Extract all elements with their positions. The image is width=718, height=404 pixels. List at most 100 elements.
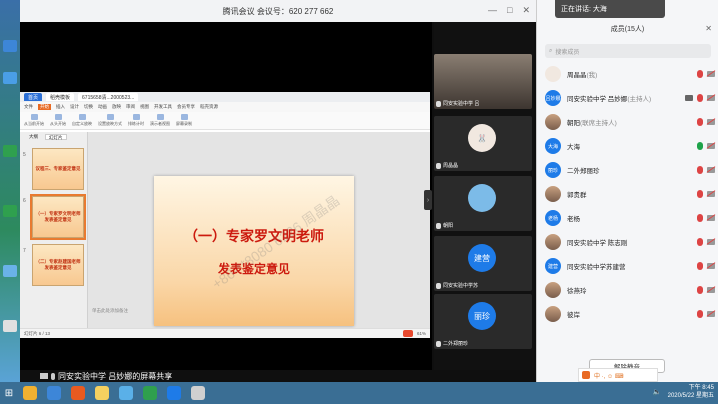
wps-menu-item[interactable]: 稻壳资源 bbox=[200, 104, 218, 110]
member-name: 同安实验中学苏建营 bbox=[567, 264, 626, 271]
camera-off-icon[interactable] bbox=[707, 311, 715, 317]
camera-off-icon[interactable] bbox=[707, 287, 715, 293]
mic-off-icon[interactable] bbox=[697, 94, 703, 102]
slide-thumbnail[interactable]: 议程三、专家鉴定意见 bbox=[32, 148, 84, 190]
wps-menu-item[interactable]: 动画 bbox=[98, 104, 107, 110]
mic-off-icon[interactable] bbox=[697, 190, 703, 198]
camera-off-icon[interactable] bbox=[707, 191, 715, 197]
member-row[interactable]: 同安实验中学 陈志刚 bbox=[545, 232, 715, 252]
camera-off-icon[interactable] bbox=[707, 71, 715, 77]
camera-off-icon[interactable] bbox=[707, 95, 715, 101]
wps-tool-button[interactable]: 演示者视图 bbox=[150, 114, 170, 127]
desktop-file-icon[interactable] bbox=[3, 320, 17, 332]
volume-icon[interactable]: 🔈 bbox=[653, 388, 662, 396]
slides-tab[interactable]: 幻灯片 bbox=[45, 134, 67, 140]
wps-tab-home[interactable]: 首页 bbox=[24, 93, 43, 101]
wps-menu-item[interactable]: 切换 bbox=[84, 104, 93, 110]
video-tile[interactable]: 同安实验中学 吕 bbox=[434, 54, 532, 109]
mic-off-icon[interactable] bbox=[697, 310, 703, 318]
outline-tab[interactable]: 大纲 bbox=[26, 134, 41, 140]
edge-icon[interactable] bbox=[47, 386, 61, 400]
mic-off-icon[interactable] bbox=[697, 238, 703, 246]
wps-menu-item[interactable]: 文件 bbox=[24, 104, 33, 110]
wps-menu-item[interactable]: 插入 bbox=[56, 104, 65, 110]
close-button[interactable]: ✕ bbox=[522, 5, 530, 16]
desktop-doc-icon[interactable] bbox=[3, 72, 17, 84]
cloud-icon[interactable] bbox=[119, 386, 133, 400]
member-search[interactable]: ⌕ 搜索成员 bbox=[545, 44, 711, 58]
member-row[interactable]: 老杨 老杨 bbox=[545, 208, 715, 228]
wps-menu-item[interactable]: 设计 bbox=[70, 104, 79, 110]
wps-status-bar: 幻灯片 6 / 13 61% bbox=[20, 328, 430, 338]
member-row[interactable]: 朝阳(联席主持人) bbox=[545, 112, 715, 132]
ime-toolbar[interactable]: 中 ·, ☺ ⌨ bbox=[578, 368, 658, 382]
camera-off-icon[interactable] bbox=[707, 263, 715, 269]
wps-menu-item[interactable]: 审阅 bbox=[126, 104, 135, 110]
desktop-sheet-icon[interactable] bbox=[3, 145, 17, 157]
member-row[interactable]: 大海 大海 bbox=[545, 136, 715, 156]
member-row[interactable]: 郭贵群 bbox=[545, 184, 715, 204]
thumb-number: 6 bbox=[23, 198, 26, 204]
photo-avatar bbox=[468, 184, 496, 212]
desktop-network-icon[interactable] bbox=[3, 265, 17, 277]
camera-off-icon[interactable] bbox=[707, 143, 715, 149]
wps-menu-item[interactable]: 放映 bbox=[112, 104, 121, 110]
start-button[interactable]: ⊞ bbox=[0, 382, 18, 404]
clock[interactable]: 下午 8:45 2020/5/22 星期五 bbox=[668, 384, 714, 400]
member-row[interactable]: 周晶晶(我) bbox=[545, 64, 715, 84]
folder-icon[interactable] bbox=[95, 386, 109, 400]
mic-off-icon[interactable] bbox=[697, 286, 703, 294]
video-tile[interactable]: 丽珍 二外郑丽珍 bbox=[434, 294, 532, 349]
system-tray: 🔈 下午 8:45 2020/5/22 星期五 bbox=[653, 384, 714, 400]
mic-off-icon[interactable] bbox=[697, 118, 703, 126]
slide-thumbnail-selected[interactable]: （一）专家罗文明老师 发表鉴定意见 bbox=[30, 194, 86, 240]
desktop-sheet-icon-2[interactable] bbox=[3, 205, 17, 217]
wps-menu-item[interactable]: 会员专享 bbox=[177, 104, 195, 110]
collapse-tiles-button[interactable]: › bbox=[424, 190, 432, 210]
mic-off-icon[interactable] bbox=[697, 262, 703, 270]
wps-tool-button[interactable]: 屏幕录制 bbox=[176, 114, 192, 127]
tile-name: 同安实验中学苏 bbox=[443, 283, 479, 289]
maximize-button[interactable]: □ bbox=[507, 5, 512, 16]
wps-tool-button[interactable]: 从头开始 bbox=[50, 114, 66, 127]
notes-placeholder[interactable]: 单击此处添加备注 bbox=[92, 308, 128, 314]
member-row[interactable]: 徐燕玲 bbox=[545, 280, 715, 300]
desktop-app-icon[interactable] bbox=[3, 40, 17, 52]
minimize-button[interactable]: — bbox=[488, 5, 497, 16]
member-row[interactable]: 丽珍 二外郑丽珍 bbox=[545, 160, 715, 180]
mic-icon bbox=[436, 162, 441, 169]
play-icon[interactable] bbox=[402, 330, 413, 337]
member-row[interactable]: 建营 同安实验中学苏建营 bbox=[545, 256, 715, 276]
wps-tab-docer[interactable]: 稻壳模板 bbox=[46, 93, 75, 101]
camera-off-icon[interactable] bbox=[707, 215, 715, 221]
mic-off-icon[interactable] bbox=[697, 166, 703, 174]
tencent-meeting-icon[interactable] bbox=[167, 386, 181, 400]
slide-thumbnail[interactable]: （二）专家赵建国老师 发表鉴定意见 bbox=[32, 244, 84, 286]
video-tile[interactable]: 🐰 周晶晶 bbox=[434, 116, 532, 171]
wps-icon[interactable] bbox=[191, 386, 205, 400]
camera-off-icon[interactable] bbox=[707, 119, 715, 125]
close-panel-button[interactable]: ✕ bbox=[705, 24, 712, 33]
wps-menu-item[interactable]: 开发工具 bbox=[154, 104, 172, 110]
camera-off-icon[interactable] bbox=[707, 167, 715, 173]
member-name: 徐燕玲 bbox=[567, 288, 587, 295]
video-tile[interactable]: 朝阳 bbox=[434, 176, 532, 231]
wps-tool-button[interactable]: 自定义放映 bbox=[72, 114, 92, 127]
wps-tool-button[interactable]: 设置放映方式 bbox=[98, 114, 122, 127]
wps-menu-item[interactable]: 开始 bbox=[38, 104, 51, 110]
wps-tool-button[interactable]: 排练计时 bbox=[128, 114, 144, 127]
camera-off-icon[interactable] bbox=[707, 239, 715, 245]
mic-off-icon[interactable] bbox=[697, 214, 703, 222]
explorer-icon[interactable] bbox=[23, 386, 37, 400]
wps-tool-button[interactable]: 从当前开始 bbox=[24, 114, 44, 127]
wps-menu-item[interactable]: 视图 bbox=[140, 104, 149, 110]
zoom-level[interactable]: 61% bbox=[417, 331, 426, 336]
wechat-icon[interactable] bbox=[143, 386, 157, 400]
video-tile[interactable]: 建营 同安实验中学苏 bbox=[434, 236, 532, 291]
member-row[interactable]: 彼岸 bbox=[545, 304, 715, 324]
wps-tab-file[interactable]: 6715658清...2000523... bbox=[78, 93, 139, 101]
media-icon[interactable] bbox=[71, 386, 85, 400]
mic-on-icon[interactable] bbox=[697, 142, 703, 150]
mic-off-icon[interactable] bbox=[697, 70, 703, 78]
member-row[interactable]: 吕妙娜 同安实验中学 吕妙娜(主持人) bbox=[545, 88, 715, 108]
